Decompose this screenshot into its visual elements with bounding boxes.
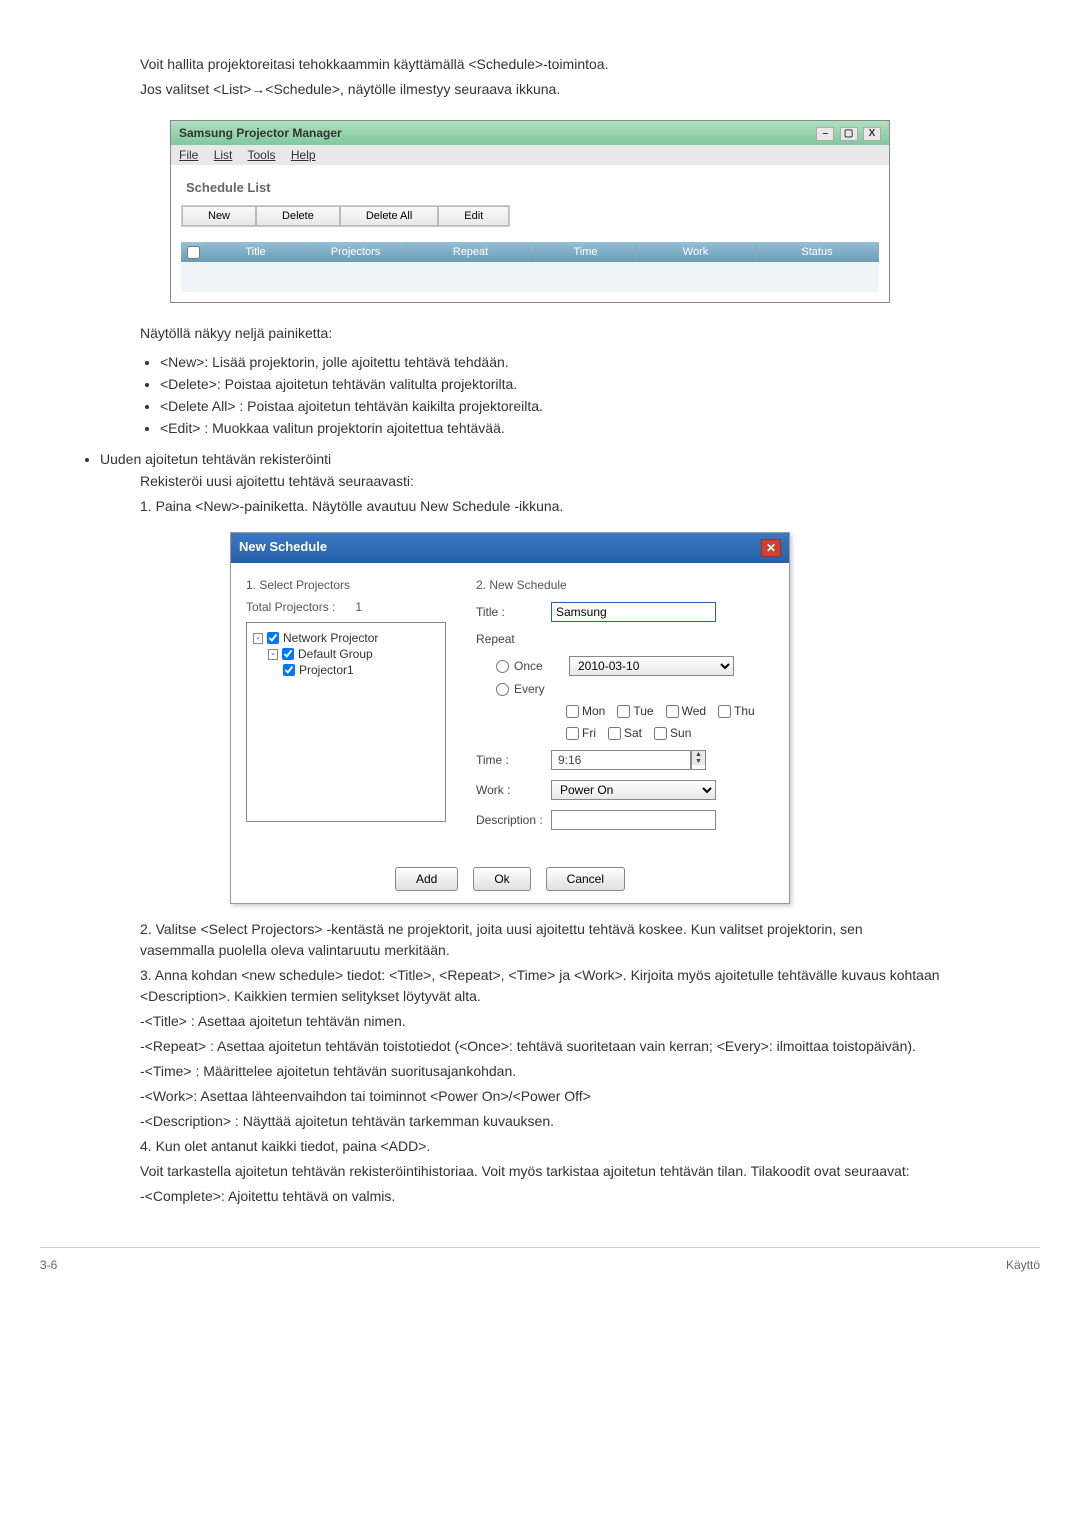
col-title[interactable]: Title (206, 246, 306, 258)
new-button[interactable]: New (182, 206, 256, 226)
thu-checkbox[interactable] (718, 705, 731, 718)
cancel-button[interactable]: Cancel (546, 867, 625, 891)
select-all-checkbox[interactable] (187, 246, 200, 259)
repeat-label: Repeat (476, 632, 551, 646)
new-schedule-label: 2. New Schedule (476, 578, 774, 592)
tree-leaf-checkbox[interactable] (283, 664, 295, 676)
total-projectors-label: Total Projectors : (246, 600, 335, 614)
total-projectors-count: 1 (355, 600, 362, 614)
tue-label: Tue (633, 704, 653, 718)
edit-button[interactable]: Edit (438, 206, 509, 226)
sun-label: Sun (670, 726, 691, 740)
delete-button[interactable]: Delete (256, 206, 340, 226)
tree-group[interactable]: Default Group (298, 647, 373, 661)
desc-repeat: -<Repeat> : Asettaa ajoitetun tehtävän t… (140, 1036, 940, 1057)
select-projectors-label: 1. Select Projectors (246, 578, 446, 592)
spinner-up-icon[interactable]: ▲ (692, 751, 705, 758)
post-complete: -<Complete>: Ajoitettu tehtävä on valmis… (140, 1186, 940, 1207)
toolbar: New Delete Delete All Edit (181, 205, 510, 227)
fri-label: Fri (582, 726, 596, 740)
desc-time: -<Time> : Määrittelee ajoitetun tehtävän… (140, 1061, 940, 1082)
bullet-delete: <Delete>: Poistaa ajoitetun tehtävän val… (160, 376, 940, 392)
tree-group-checkbox[interactable] (282, 648, 294, 660)
menubar: File List Tools Help (171, 145, 889, 165)
col-projectors[interactable]: Projectors (306, 246, 406, 258)
table-body (181, 262, 879, 292)
new-schedule-dialog: New Schedule ✕ 1. Select Projectors Tota… (230, 532, 790, 904)
intro-line2: Jos valitset <List>→<Schedule>, näytölle… (140, 79, 940, 100)
desc-title: -<Title> : Asettaa ajoitetun tehtävän ni… (140, 1011, 940, 1032)
post-step2: 2. Valitse <Select Projectors> -kentästä… (140, 919, 940, 961)
description-label: Description : (476, 813, 551, 827)
register-heading: Uuden ajoitetun tehtävän rekisteröinti (100, 451, 1040, 467)
mon-checkbox[interactable] (566, 705, 579, 718)
menu-help[interactable]: Help (291, 148, 316, 162)
tree-collapse-icon[interactable]: - (268, 649, 278, 660)
window-controls: – ▢ X (814, 125, 881, 141)
dialog-title: New Schedule (239, 539, 327, 557)
post-step3: 3. Anna kohdan <new schedule> tiedot: <T… (140, 965, 940, 1007)
time-label: Time : (476, 753, 551, 767)
window-title: Samsung Projector Manager (179, 126, 342, 140)
work-label: Work : (476, 783, 551, 797)
window-titlebar: Samsung Projector Manager – ▢ X (171, 121, 889, 145)
tree-root-checkbox[interactable] (267, 632, 279, 644)
once-date-select[interactable]: 2010-03-10 (569, 656, 734, 676)
delete-all-button[interactable]: Delete All (340, 206, 438, 226)
bullet-new: <New>: Lisää projektorin, jolle ajoitett… (160, 354, 940, 370)
footer-right: Käyttö (1006, 1258, 1040, 1272)
menu-list[interactable]: List (214, 148, 233, 162)
once-label: Once (514, 659, 569, 673)
bullet-delete-all: <Delete All> : Poistaa ajoitetun tehtävä… (160, 398, 940, 414)
post-step4: 4. Kun olet antanut kaikki tiedot, paina… (140, 1136, 940, 1157)
post-history: Voit tarkastella ajoitetun tehtävän reki… (140, 1161, 940, 1182)
title-input[interactable] (551, 602, 716, 622)
every-label: Every (514, 682, 545, 696)
sun-checkbox[interactable] (654, 727, 667, 740)
description-input[interactable] (551, 810, 716, 830)
col-work[interactable]: Work (636, 246, 756, 258)
add-button[interactable]: Add (395, 867, 458, 891)
minimize-icon[interactable]: – (816, 127, 834, 141)
tue-checkbox[interactable] (617, 705, 630, 718)
dialog-titlebar: New Schedule ✕ (231, 533, 789, 563)
title-label: Title : (476, 605, 551, 619)
tree-leaf[interactable]: Projector1 (299, 663, 354, 677)
thu-label: Thu (734, 704, 755, 718)
menu-file[interactable]: File (179, 148, 198, 162)
mon-label: Mon (582, 704, 605, 718)
table-header: Title Projectors Repeat Time Work Status (181, 242, 879, 262)
wed-checkbox[interactable] (666, 705, 679, 718)
bullet-edit: <Edit> : Muokkaa valitun projektorin ajo… (160, 420, 940, 436)
time-input[interactable]: 9:16 (551, 750, 691, 770)
tree-root[interactable]: Network Projector (283, 631, 378, 645)
intro-line1: Voit hallita projektoreitasi tehokkaammi… (140, 54, 940, 75)
buttons-intro: Näytöllä näkyy neljä painiketta: (140, 323, 940, 344)
close-icon[interactable]: ✕ (761, 539, 781, 557)
col-repeat[interactable]: Repeat (406, 246, 536, 258)
fri-checkbox[interactable] (566, 727, 579, 740)
maximize-icon[interactable]: ▢ (840, 127, 858, 141)
close-icon[interactable]: X (863, 127, 881, 141)
once-radio[interactable] (496, 660, 509, 673)
schedule-list-heading: Schedule List (186, 180, 879, 195)
menu-tools[interactable]: Tools (248, 148, 276, 162)
sat-checkbox[interactable] (608, 727, 621, 740)
work-select[interactable]: Power On (551, 780, 716, 800)
every-radio[interactable] (496, 683, 509, 696)
sat-label: Sat (624, 726, 642, 740)
desc-desc: -<Description> : Näyttää ajoitetun tehtä… (140, 1111, 940, 1132)
schedule-list-window: Samsung Projector Manager – ▢ X File Lis… (170, 120, 890, 303)
col-status[interactable]: Status (756, 246, 879, 258)
col-time[interactable]: Time (536, 246, 636, 258)
wed-label: Wed (682, 704, 706, 718)
desc-work: -<Work>: Asettaa lähteenvaihdon tai toim… (140, 1086, 940, 1107)
spinner-down-icon[interactable]: ▼ (692, 758, 705, 765)
register-step1: 1. Paina <New>-painiketta. Näytölle avau… (140, 496, 940, 517)
tree-collapse-icon[interactable]: - (253, 633, 263, 644)
projector-tree[interactable]: - Network Projector - Default Group Proj… (246, 622, 446, 822)
register-sub: Rekisteröi uusi ajoitettu tehtävä seuraa… (140, 471, 940, 492)
footer-left: 3-6 (40, 1258, 57, 1272)
ok-button[interactable]: Ok (473, 867, 530, 891)
